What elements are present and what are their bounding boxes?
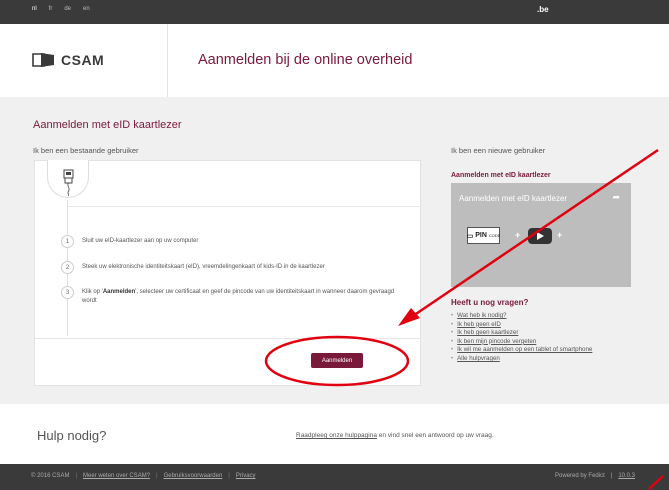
help-text: Raadpleeg onze hulppagina en vind snel e… xyxy=(296,432,494,439)
card-reader-badge xyxy=(47,160,89,198)
footer-links: © 2016 CSAM | Meer weten over CSAM? | Ge… xyxy=(31,473,256,479)
footer-link-privacy[interactable]: Privacy xyxy=(236,473,256,479)
belgium-domain-logo[interactable]: .be xyxy=(537,5,549,14)
plus-icon: + xyxy=(515,230,521,240)
faq-link[interactable]: Ik wil me aanmelden op een tablet of sma… xyxy=(457,346,592,353)
faq-link[interactable]: Ik heb geen kaartlezer xyxy=(457,329,518,336)
language-bar: nl fr de en .be xyxy=(0,0,669,24)
card-divider xyxy=(68,206,421,207)
lang-de[interactable]: de xyxy=(64,6,71,12)
faq-item: Wat heb ik nodig? xyxy=(451,312,592,321)
faq-link[interactable]: Ik heb geen eID xyxy=(457,321,501,328)
separator: | xyxy=(610,473,613,479)
step-3: 3 Klik op 'Aanmelden', selecteer uw cert… xyxy=(61,286,401,306)
footer-version: Powered by Fedict | 10.0.3 xyxy=(555,473,635,479)
lang-nl[interactable]: nl xyxy=(32,6,37,12)
footer-link-about[interactable]: Meer weten over CSAM? xyxy=(83,473,150,479)
video-title: Aanmelden met eID kaartlezer xyxy=(459,194,568,203)
existing-user-heading: Ik ben een bestaande gebruiker xyxy=(33,146,139,155)
separator: | xyxy=(75,473,77,479)
help-section: Hulp nodig? Raadpleeg onze hulppagina en… xyxy=(0,404,669,464)
header-divider xyxy=(167,24,168,97)
copyright: © 2016 CSAM xyxy=(31,473,70,479)
step-2: 2 Steek uw elektronische identiteitskaar… xyxy=(61,261,325,274)
step-number: 3 xyxy=(61,286,74,299)
pin-code-illustration: ▭ PIN CODE xyxy=(467,227,500,244)
faq-link[interactable]: Ik ben mijn pincode vergeten xyxy=(457,338,536,345)
faq-title: Heeft u nog vragen? xyxy=(451,298,529,307)
lang-en[interactable]: en xyxy=(83,6,90,12)
faq-link[interactable]: Alle hulpvragen xyxy=(457,355,500,362)
faq-item: Alle hulpvragen xyxy=(451,355,592,364)
logo-text: CSAM xyxy=(61,52,105,68)
login-method-title: Aanmelden met eID kaartlezer xyxy=(33,119,182,131)
version-link[interactable]: 10.0.3 xyxy=(618,473,635,479)
new-user-heading: Ik ben een nieuwe gebruiker xyxy=(451,146,546,155)
step-text: Sluit uw eID-kaartlezer aan op uw comput… xyxy=(82,238,199,244)
page-title: Aanmelden bij de online overheid xyxy=(198,52,413,68)
step-emphasis: Aanmelden xyxy=(102,289,136,295)
help-title: Hulp nodig? xyxy=(37,428,107,443)
faq-item: Ik wil me aanmelden op een tablet of sma… xyxy=(451,346,592,355)
card-footer-divider xyxy=(34,338,421,339)
footer-link-terms[interactable]: Gebruiksvoorwaarden xyxy=(164,473,223,479)
pin-label: PIN xyxy=(475,232,487,239)
csam-logo-icon xyxy=(32,53,54,67)
faq-link[interactable]: Wat heb ik nodig? xyxy=(457,312,506,319)
csam-logo[interactable]: CSAM xyxy=(32,52,104,68)
language-switcher: nl fr de en xyxy=(32,6,90,12)
separator: | xyxy=(228,473,230,479)
faq-item: Ik ben mijn pincode vergeten xyxy=(451,338,592,347)
share-icon[interactable]: ➦ xyxy=(612,192,620,203)
pin-sub-label: CODE xyxy=(488,233,501,238)
site-header: CSAM Aanmelden bij de online overheid xyxy=(0,24,669,97)
separator: | xyxy=(156,473,158,479)
step-number: 2 xyxy=(61,261,74,274)
lang-fr[interactable]: fr xyxy=(49,6,53,12)
powered-by: Powered by Fedict xyxy=(555,473,605,479)
faq-list: Wat heb ik nodig? Ik heb geen eID Ik heb… xyxy=(451,312,592,364)
help-page-link[interactable]: Raadpleeg onze hulppagina xyxy=(296,432,377,439)
faq-item: Ik heb geen kaartlezer xyxy=(451,329,592,338)
faq-item: Ik heb geen eID xyxy=(451,321,592,330)
video-heading: Aanmelden met eID kaartlezer xyxy=(451,172,551,179)
card-slot-icon: ▭ xyxy=(466,232,474,240)
step-text: Klik op 'Aanmelden', selecteer uw certif… xyxy=(82,289,395,304)
card-reader-icon xyxy=(63,169,74,197)
step-text: Steek uw elektronische identiteitskaart … xyxy=(82,264,325,270)
step-1: 1 Sluit uw eID-kaartlezer aan op uw comp… xyxy=(61,235,198,248)
step-number: 1 xyxy=(61,235,74,248)
play-icon[interactable] xyxy=(528,228,552,244)
login-button[interactable]: Aanmelden xyxy=(311,353,363,368)
site-footer: © 2016 CSAM | Meer weten over CSAM? | Ge… xyxy=(0,464,669,490)
plus-icon: + xyxy=(557,230,563,240)
